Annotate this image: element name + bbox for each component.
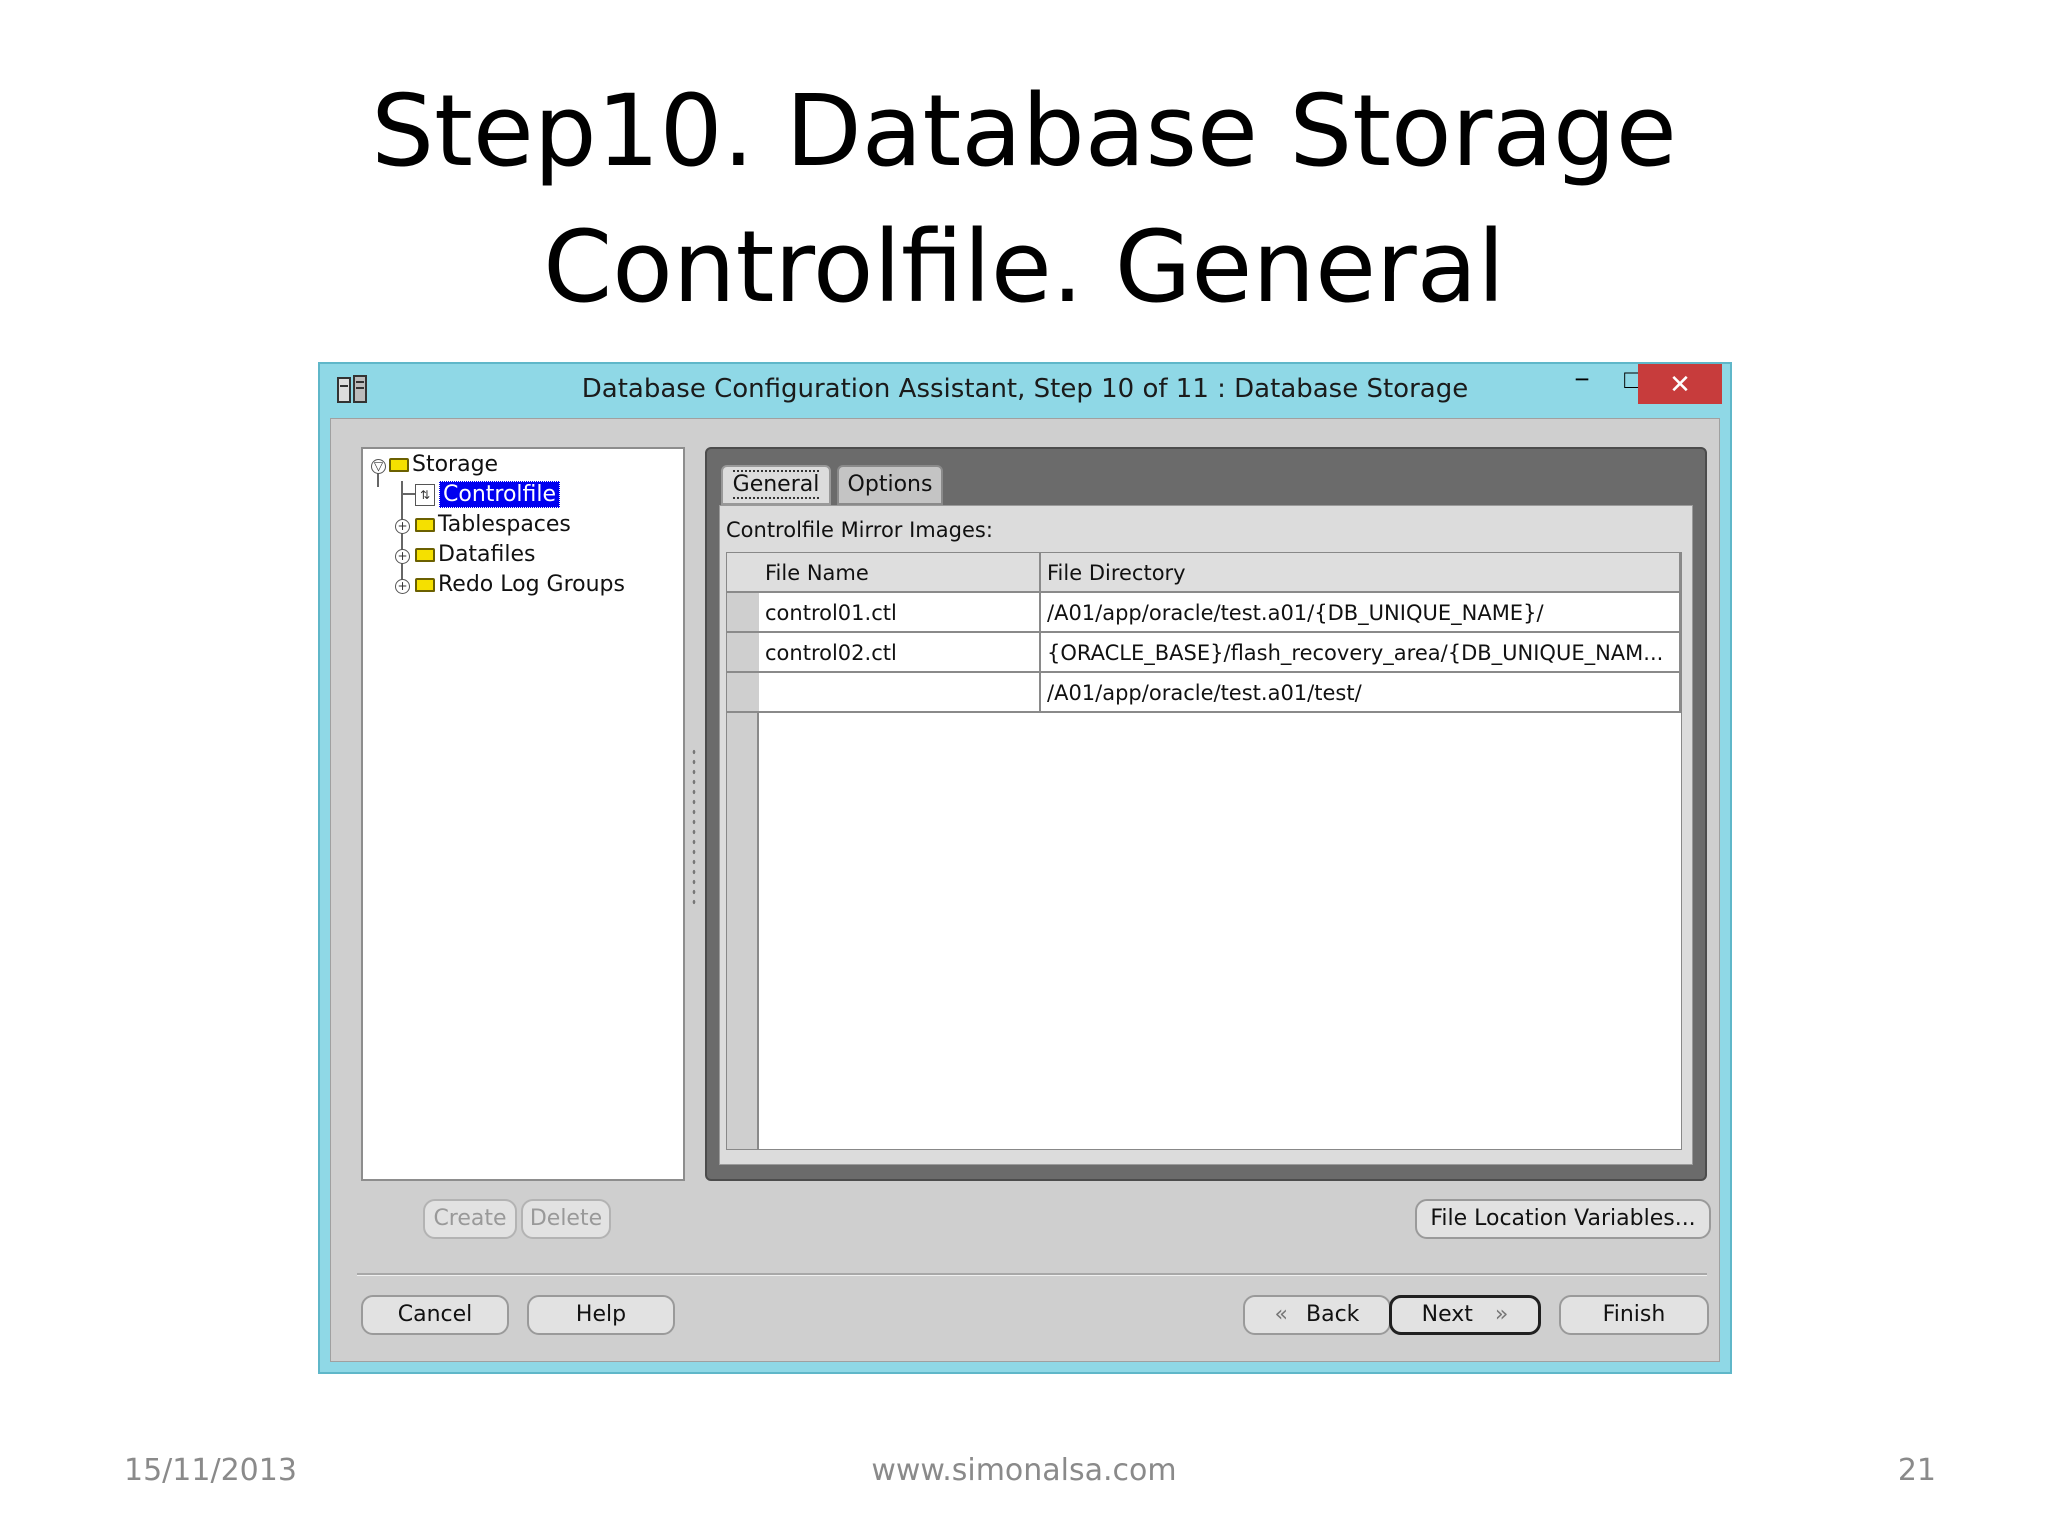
controlfile-table[interactable]: File Name File Directory control01.ctl /… xyxy=(726,552,1682,1150)
tabbed-pane: General Options Controlfile Mirror Image… xyxy=(705,447,1707,1181)
back-button[interactable]: « Back xyxy=(1243,1295,1391,1335)
expand-toggle-icon[interactable]: + xyxy=(395,579,410,594)
double-chevron-right-icon: » xyxy=(1494,1302,1509,1327)
cell-file-directory[interactable]: /A01/app/oracle/test.a01/{DB_UNIQUE_NAME… xyxy=(1041,593,1681,633)
row-header[interactable] xyxy=(727,593,759,633)
slide-title-line1: Step10. Database Storage xyxy=(371,74,1677,189)
cell-file-directory[interactable]: /A01/app/oracle/test.a01/test/ xyxy=(1041,673,1681,713)
tree-item-label: Datafiles xyxy=(438,542,536,567)
folder-icon xyxy=(415,518,435,532)
folder-icon xyxy=(415,548,435,562)
dbca-window: Database Configuration Assistant, Step 1… xyxy=(318,362,1732,1374)
tree-item-redo-log-groups[interactable]: Redo Log Groups xyxy=(415,569,625,601)
slide-title-line2: Controlfile. General xyxy=(543,210,1505,325)
corner-header xyxy=(727,553,759,593)
next-button[interactable]: Next » xyxy=(1389,1295,1541,1335)
cell-file-name[interactable] xyxy=(759,673,1041,713)
cell-file-name[interactable]: control01.ctl xyxy=(759,593,1041,633)
tree-item-label: Controlfile xyxy=(439,481,561,508)
row-header[interactable] xyxy=(727,633,759,673)
cell-file-name[interactable]: control02.ctl xyxy=(759,633,1041,673)
footer-website: www.simonalsa.com xyxy=(871,1453,1177,1488)
delete-button[interactable]: Delete xyxy=(521,1199,611,1239)
folder-icon xyxy=(389,458,409,472)
expand-toggle-icon[interactable]: + xyxy=(395,519,410,534)
window-client-area: ▽ Storage ⇅ Controlfile + Tablespaces + D… xyxy=(330,418,1720,1362)
general-tab-panel: Controlfile Mirror Images: File Name Fil… xyxy=(719,505,1693,1165)
tree-line xyxy=(401,493,415,495)
split-pane-divider[interactable] xyxy=(691,747,697,907)
separator xyxy=(357,1273,1707,1276)
column-header-file-directory[interactable]: File Directory xyxy=(1041,553,1681,593)
close-button[interactable]: ✕ xyxy=(1638,364,1722,404)
tree-item-datafiles[interactable]: Datafiles xyxy=(415,539,536,571)
collapse-toggle-icon[interactable]: ▽ xyxy=(371,459,386,474)
double-chevron-left-icon: « xyxy=(1274,1302,1289,1327)
tree-line xyxy=(401,481,403,593)
minimize-button[interactable]: − xyxy=(1554,364,1610,404)
create-button[interactable]: Create xyxy=(423,1199,517,1239)
folder-icon xyxy=(415,578,435,592)
slide-title: Step10. Database Storage Controlfile. Ge… xyxy=(0,64,2048,336)
controlfile-icon: ⇅ xyxy=(415,484,435,506)
help-button[interactable]: Help xyxy=(527,1295,675,1335)
back-button-label: Back xyxy=(1306,1302,1360,1327)
title-bar[interactable]: Database Configuration Assistant, Step 1… xyxy=(320,364,1730,416)
cancel-button[interactable]: Cancel xyxy=(361,1295,509,1335)
tab-general[interactable]: General xyxy=(721,465,831,505)
column-header-file-name[interactable]: File Name xyxy=(759,553,1041,593)
window-title: Database Configuration Assistant, Step 1… xyxy=(581,374,1469,404)
controlfile-mirror-images-label: Controlfile Mirror Images: xyxy=(726,518,993,542)
tree-item-tablespaces[interactable]: Tablespaces xyxy=(415,509,571,541)
finish-button[interactable]: Finish xyxy=(1559,1295,1709,1335)
storage-tree[interactable]: ▽ Storage ⇅ Controlfile + Tablespaces + D… xyxy=(361,447,685,1181)
tree-item-storage[interactable]: Storage xyxy=(389,449,498,481)
tab-options[interactable]: Options xyxy=(837,465,943,505)
next-button-label: Next xyxy=(1421,1302,1473,1327)
row-header[interactable] xyxy=(727,673,759,713)
tree-item-label: Redo Log Groups xyxy=(438,572,625,597)
cell-file-directory[interactable]: {ORACLE_BASE}/flash_recovery_area/{DB_UN… xyxy=(1041,633,1681,673)
tab-general-label: General xyxy=(732,470,820,499)
expand-toggle-icon[interactable]: + xyxy=(395,549,410,564)
tree-item-controlfile[interactable]: ⇅ Controlfile xyxy=(415,479,561,511)
file-location-variables-button[interactable]: File Location Variables... xyxy=(1415,1199,1711,1239)
tree-item-label: Tablespaces xyxy=(438,512,571,537)
footer-page-number: 21 xyxy=(1897,1453,1936,1488)
tree-item-label: Storage xyxy=(412,452,499,477)
